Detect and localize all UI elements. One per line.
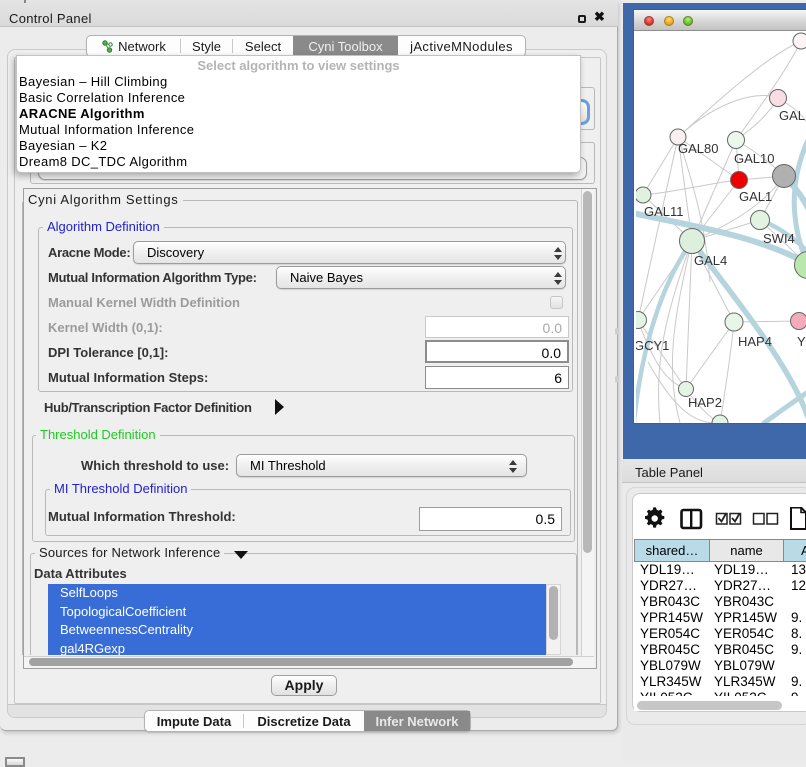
svg-text:GAL4: GAL4 bbox=[694, 253, 727, 268]
svg-text:GCY1: GCY1 bbox=[636, 338, 669, 353]
svg-text:GAL11: GAL11 bbox=[644, 204, 684, 219]
svg-text:GAL10: GAL10 bbox=[734, 151, 774, 166]
svg-text:Y: Y bbox=[797, 334, 806, 349]
svg-text:HAP4: HAP4 bbox=[738, 334, 772, 349]
svg-text:SWI4: SWI4 bbox=[763, 231, 795, 246]
svg-text:GAL: GAL bbox=[779, 108, 805, 123]
svg-text:GAL80: GAL80 bbox=[678, 141, 718, 156]
svg-text:HAP2: HAP2 bbox=[688, 395, 722, 410]
svg-text:GAL1: GAL1 bbox=[739, 189, 772, 204]
